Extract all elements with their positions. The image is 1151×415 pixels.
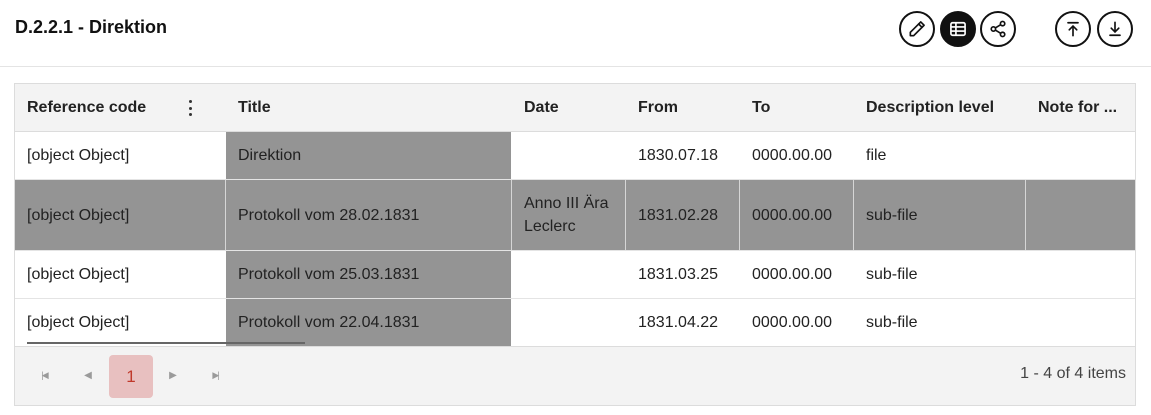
table-row[interactable]: [object Object] Protokoll vom 22.04.1831… <box>15 299 1135 346</box>
table-view-icon <box>950 21 966 37</box>
previous-page-icon[interactable]: ◀ <box>74 361 102 389</box>
cell-description-level[interactable]: sub-file <box>854 180 1026 250</box>
scroll-bottom-icon <box>1109 21 1121 37</box>
cell-description-level[interactable]: sub-file <box>854 251 1026 298</box>
cell-edit-underline <box>27 342 305 344</box>
column-header-from[interactable]: From <box>626 84 740 132</box>
table-view-button[interactable] <box>940 11 976 47</box>
cell-title[interactable]: Protokoll vom 22.04.1831 <box>226 299 511 346</box>
page-title: D.2.2.1 - Direktion <box>15 17 168 37</box>
column-header-label: Reference code <box>27 99 147 116</box>
share-icon <box>990 20 1006 38</box>
cell-from[interactable]: 1831.02.28 <box>626 180 740 250</box>
first-page-icon[interactable]: |◀ <box>30 361 58 389</box>
page-number-button[interactable]: 1 <box>109 355 153 398</box>
column-header-label: Date <box>524 99 559 116</box>
cell-date[interactable]: Anno III Ära Leclerc <box>512 180 626 250</box>
column-header-date[interactable]: Date <box>512 84 626 132</box>
cell-from[interactable]: 1831.03.25 <box>626 251 740 298</box>
column-header-label: Description level <box>866 99 995 116</box>
cell-title[interactable]: Protokoll vom 28.02.1831 <box>226 180 512 250</box>
cell-to[interactable]: 0000.00.00 <box>740 299 854 346</box>
cell-date[interactable] <box>512 132 626 179</box>
column-header-note[interactable]: Note for ... <box>1026 84 1135 132</box>
column-header-to[interactable]: To <box>740 84 854 132</box>
cell-from[interactable]: 1831.04.22 <box>626 299 740 346</box>
cell-description-level[interactable]: file <box>854 132 1026 179</box>
page-header: D.2.2.1 - Direktion <box>0 0 1151 67</box>
cell-date[interactable] <box>512 299 626 346</box>
cell-title[interactable]: Direktion <box>226 132 511 179</box>
share-button[interactable] <box>980 11 1016 47</box>
cell-note[interactable] <box>1026 299 1135 346</box>
cell-to[interactable]: 0000.00.00 <box>740 251 854 298</box>
cell-date[interactable] <box>512 251 626 298</box>
edit-icon <box>909 21 925 37</box>
data-grid: Reference code Title Date From To Descri… <box>14 83 1136 406</box>
column-header-title[interactable]: Title <box>226 84 511 132</box>
column-header-label: Note for ... <box>1038 99 1118 116</box>
cell-reference-code[interactable]: [object Object] <box>15 180 226 250</box>
scroll-bottom-button[interactable] <box>1097 11 1133 47</box>
cell-note[interactable] <box>1026 251 1135 298</box>
table-row[interactable]: [object Object] Protokoll vom 25.03.1831… <box>15 251 1135 299</box>
cell-note[interactable] <box>1026 180 1135 250</box>
cell-to[interactable]: 0000.00.00 <box>740 132 854 179</box>
next-page-icon[interactable]: ▶ <box>159 361 187 389</box>
cell-note[interactable] <box>1026 132 1135 179</box>
column-header-label: To <box>752 99 771 116</box>
cell-reference-code[interactable]: [object Object] <box>15 299 226 346</box>
cell-description-level[interactable]: sub-file <box>854 299 1026 346</box>
scroll-top-icon <box>1067 21 1079 37</box>
table-header: Reference code Title Date From To Descri… <box>15 84 1135 132</box>
table-row-selected[interactable]: [object Object] Protokoll vom 28.02.1831… <box>15 180 1135 251</box>
cell-from[interactable]: 1830.07.18 <box>626 132 740 179</box>
cell-title[interactable]: Protokoll vom 25.03.1831 <box>226 251 511 298</box>
table-row[interactable]: [object Object] Direktion 1830.07.18 000… <box>15 132 1135 180</box>
column-header-description-level[interactable]: Description level <box>854 84 1026 132</box>
pager-info: 1 - 4 of 4 items <box>1020 365 1126 382</box>
column-header-label: Title <box>238 99 271 116</box>
pager: |◀ ◀ 1 ▶ ▶| 1 - 4 of 4 items <box>15 346 1135 405</box>
column-header-label: From <box>638 99 678 116</box>
scroll-top-button[interactable] <box>1055 11 1091 47</box>
last-page-icon[interactable]: ▶| <box>201 361 229 389</box>
cell-reference-code[interactable]: [object Object] <box>15 251 226 298</box>
column-menu-icon[interactable] <box>187 100 193 116</box>
cell-reference-code[interactable]: [object Object] <box>15 132 226 179</box>
edit-button[interactable] <box>899 11 935 47</box>
column-header-reference-code[interactable]: Reference code <box>15 84 226 132</box>
cell-to[interactable]: 0000.00.00 <box>740 180 854 250</box>
